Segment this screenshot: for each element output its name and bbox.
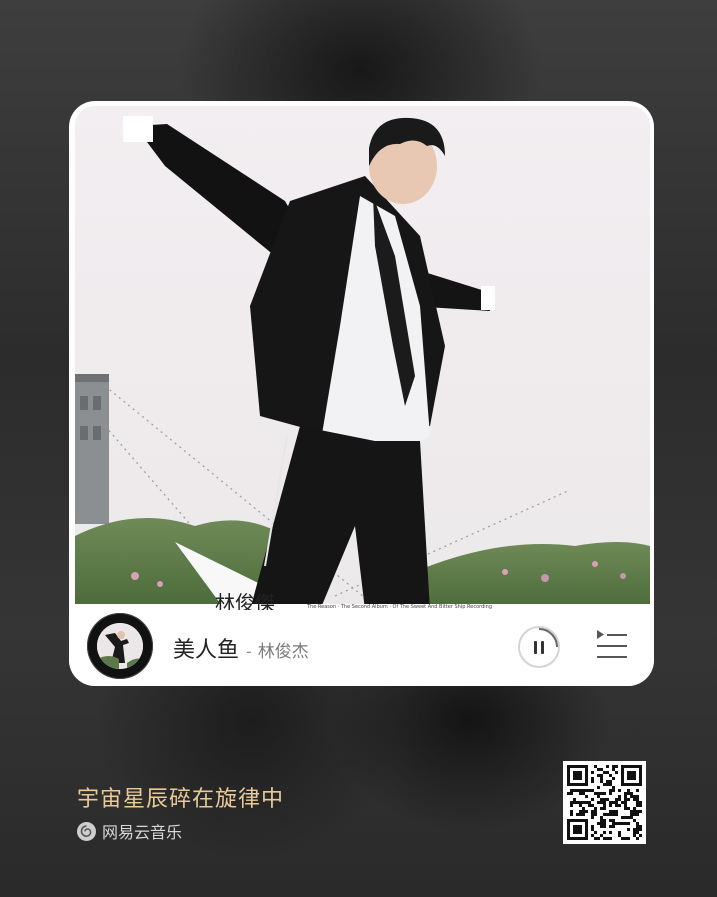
qr-code-icon [567, 765, 642, 840]
vinyl-disc[interactable] [87, 613, 153, 679]
album-cover: 林俊傑 The Reason · The Second Album · Of T… [75, 106, 650, 610]
disc-thumbnail-art [97, 623, 143, 669]
brand: 网易云音乐 [77, 820, 182, 842]
brand-name: 网易云音乐 [102, 823, 183, 842]
pause-button[interactable] [518, 626, 560, 668]
song-info: 美人鱼 - 林俊杰 [173, 632, 309, 666]
netease-music-logo-icon [77, 821, 96, 841]
pause-icon [534, 641, 537, 654]
share-poster: 林俊傑 The Reason · The Second Album · Of T… [0, 0, 717, 897]
tagline: 宇宙星辰碎在旋律中 [77, 787, 285, 812]
music-card: 林俊傑 The Reason · The Second Album · Of T… [69, 101, 654, 686]
player-bar: 美人鱼 - 林俊杰 [69, 610, 654, 686]
album-cover-art: 林俊傑 The Reason · The Second Album · Of T… [75, 106, 650, 610]
playlist-icon [597, 630, 627, 658]
progress-ring [538, 628, 558, 648]
disc-cover-thumbnail [97, 623, 143, 669]
title-artist-separator: - [246, 642, 252, 661]
svg-text:林俊傑: 林俊傑 [215, 591, 275, 610]
qr-code [563, 761, 646, 844]
playlist-button[interactable] [595, 628, 629, 664]
song-artist: 林俊杰 [257, 642, 309, 662]
song-title: 美人鱼 [173, 638, 240, 663]
pause-icon-bar [541, 641, 544, 654]
